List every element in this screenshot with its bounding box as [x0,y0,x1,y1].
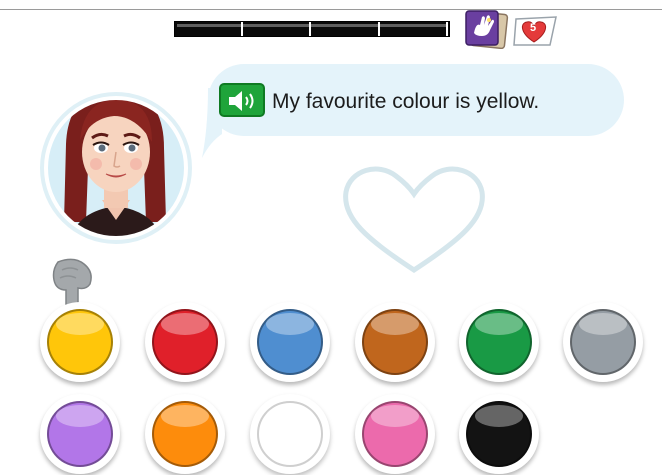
swatch-gloss [475,313,523,335]
teacher-avatar [40,92,192,244]
swatch-gloss [56,405,104,427]
color-button-brown[interactable] [355,302,435,382]
swatch-gloss [371,313,419,335]
hand-sign-card-icon[interactable] [462,9,510,50]
progress-shine [177,24,447,27]
swatch-gloss [161,313,209,335]
swatch-gloss [266,313,314,335]
swatch-gloss [266,405,314,427]
speech-text: My favourite colour is yellow. [272,90,540,113]
swatch-gloss [371,405,419,427]
color-button-grey[interactable] [563,302,643,382]
swatch-gloss [475,405,523,427]
color-button-white[interactable] [250,394,330,474]
color-button-yellow[interactable] [40,302,120,382]
heart-outline-icon[interactable] [338,158,490,278]
color-button-green[interactable] [459,302,539,382]
swatch-gloss [579,313,627,335]
swatch-gloss [161,405,209,427]
color-button-blue[interactable] [250,302,330,382]
lives-count: 5 [530,22,537,34]
color-button-black[interactable] [459,394,539,474]
top-divider [0,9,662,10]
color-button-pink[interactable] [355,394,435,474]
color-button-purple[interactable] [40,394,120,474]
progress-bar [174,21,450,37]
color-button-red[interactable] [145,302,225,382]
color-button-orange[interactable] [145,394,225,474]
lives-counter: 5 [510,15,558,47]
swatch-gloss [56,313,104,335]
play-audio-button[interactable] [219,83,265,117]
speaker-icon [229,91,254,111]
